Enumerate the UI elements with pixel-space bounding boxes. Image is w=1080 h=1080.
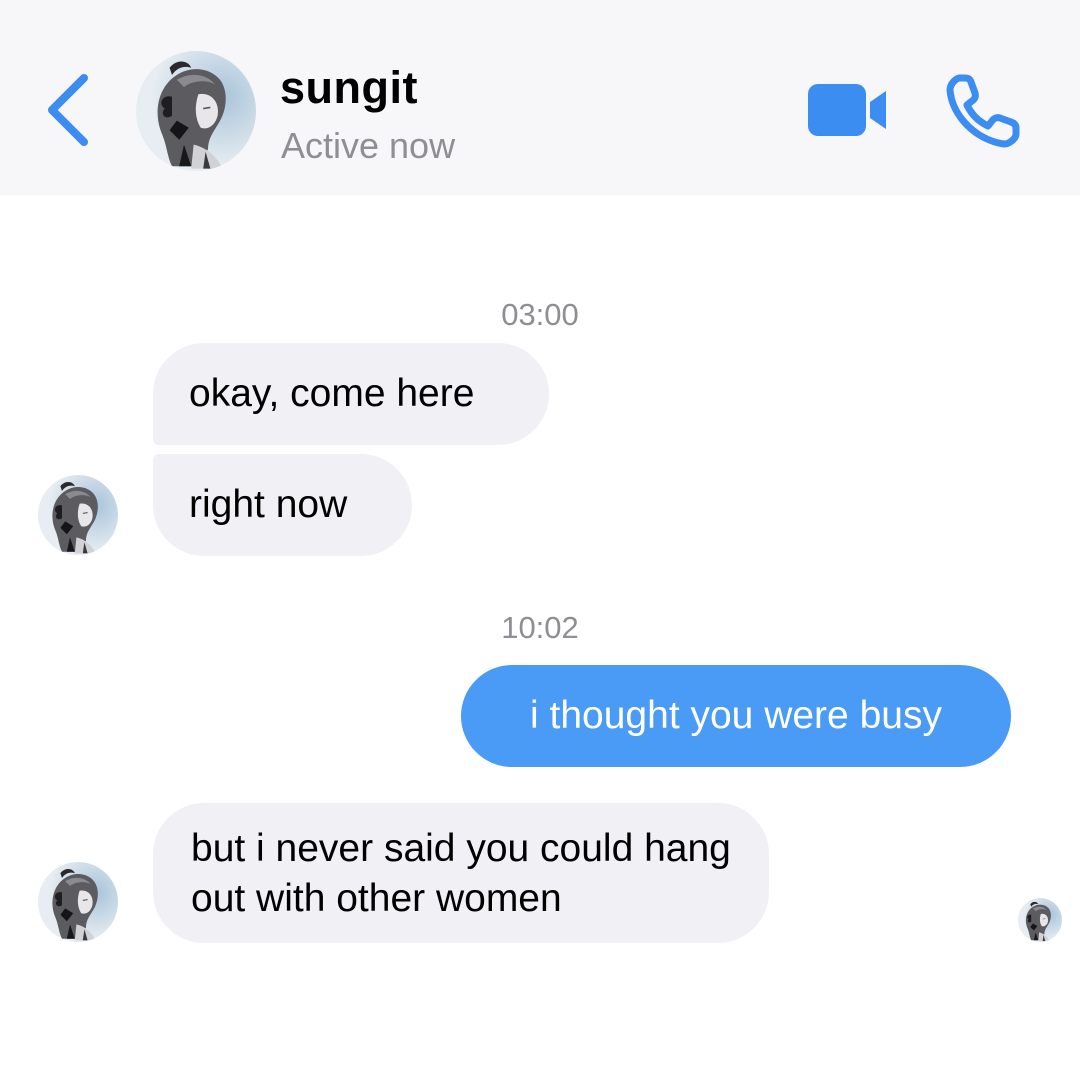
chat-header: sungit Active now — [0, 0, 1080, 195]
sender-avatar[interactable] — [38, 862, 118, 942]
active-status: Active now — [281, 125, 456, 166]
read-receipt-image — [1018, 898, 1062, 942]
contact-avatar[interactable] — [136, 51, 256, 171]
video-call-button[interactable] — [806, 82, 890, 138]
sender-avatar-image — [38, 475, 118, 555]
voice-call-button[interactable] — [946, 72, 1022, 148]
message-timestamp: 03:00 — [501, 297, 579, 332]
contact-name[interactable]: sungit — [280, 62, 418, 114]
outgoing-message[interactable]: i thought you were busy — [461, 665, 1011, 767]
contact-avatar-image — [136, 51, 256, 171]
chevron-left-icon — [48, 74, 88, 146]
incoming-message[interactable]: okay, come here — [153, 343, 549, 445]
sender-avatar[interactable] — [38, 475, 118, 555]
read-receipt-avatar — [1018, 898, 1062, 942]
back-button[interactable] — [40, 70, 94, 150]
video-camera-icon — [808, 84, 886, 136]
incoming-message[interactable]: right now — [153, 454, 412, 556]
sender-avatar-image — [38, 862, 118, 942]
incoming-message[interactable]: but i never said you could hang out with… — [153, 803, 769, 943]
phone-icon — [946, 74, 1020, 148]
message-timestamp: 10:02 — [501, 610, 579, 645]
